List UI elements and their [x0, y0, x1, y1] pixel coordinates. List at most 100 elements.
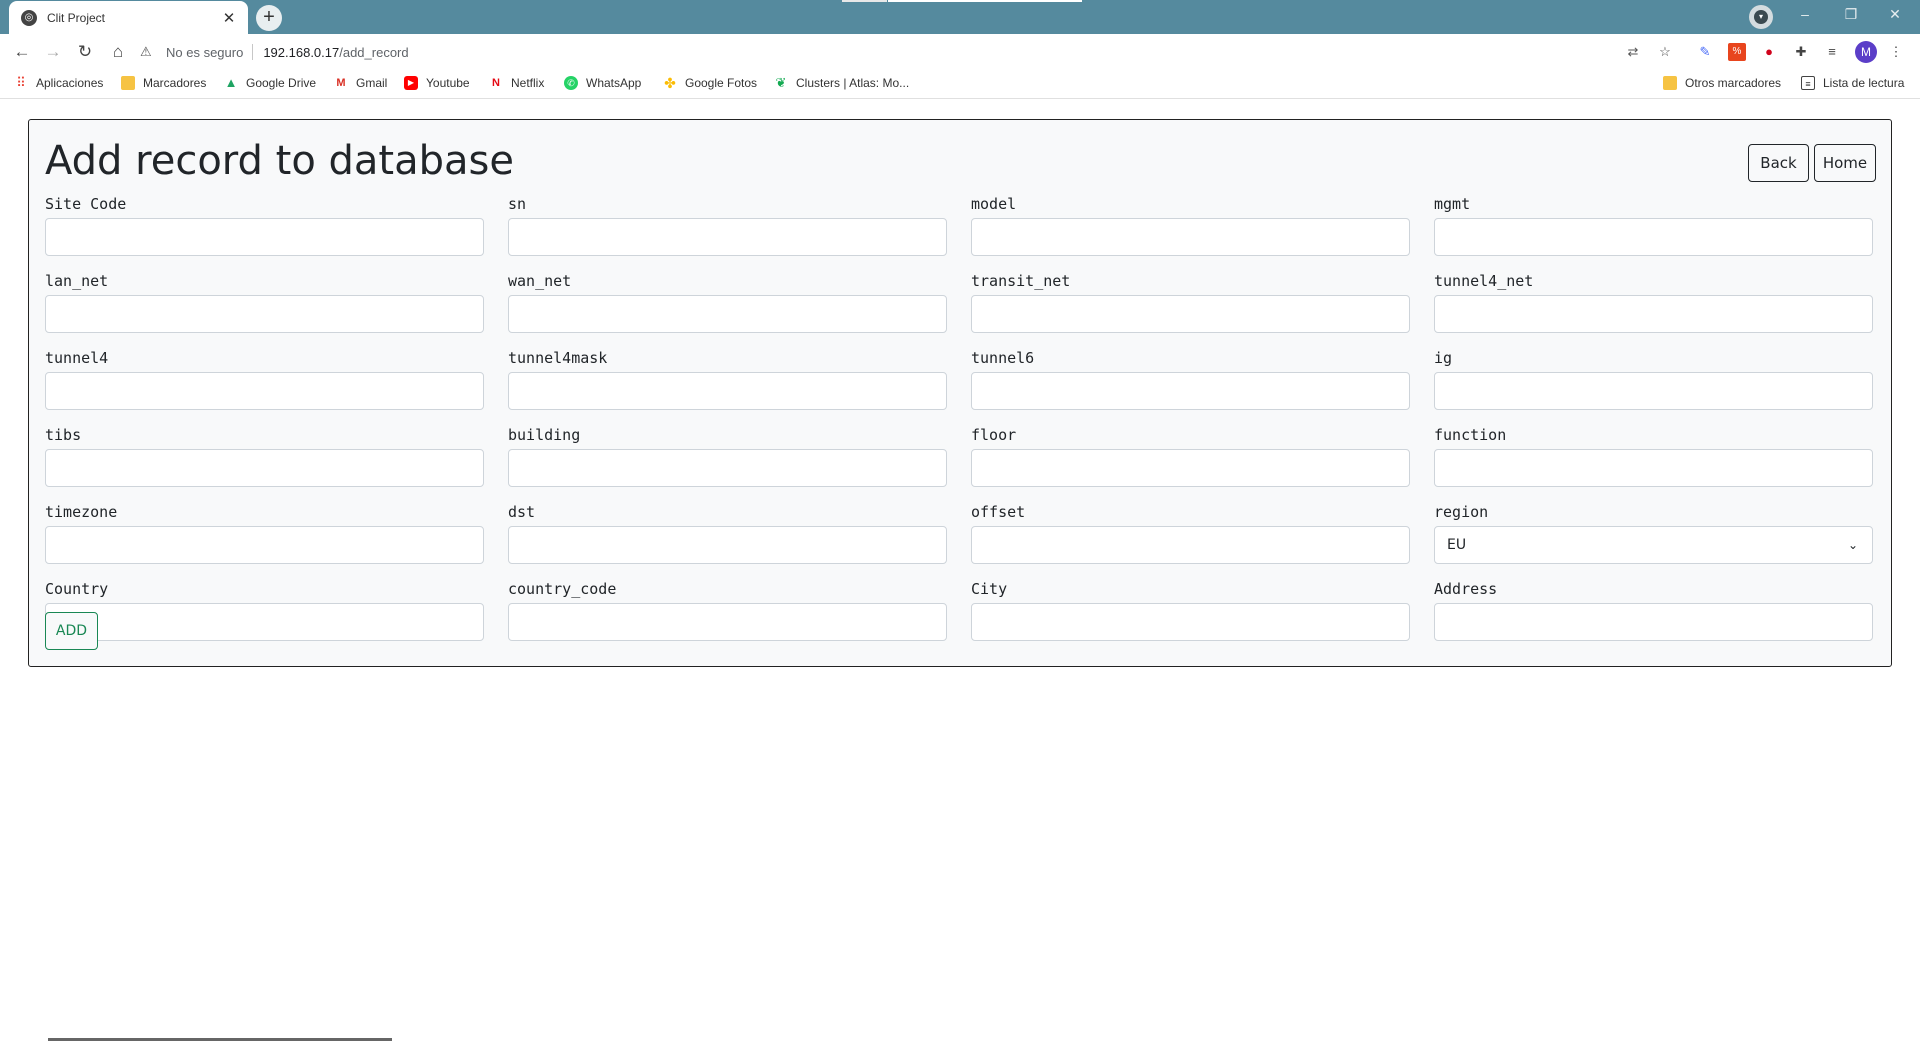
youtube-icon: ▶	[404, 76, 418, 90]
wan-net-input[interactable]	[508, 295, 947, 333]
bookmark-apps[interactable]: ⠿ Aplicaciones	[14, 75, 103, 91]
bookmark-youtube[interactable]: ▶ Youtube	[404, 76, 470, 90]
field-label: City	[971, 580, 1008, 598]
address-bar[interactable]: ⚠ No es seguro 192.168.0.17/add_record	[140, 38, 1700, 66]
translate-icon[interactable]: ⇄	[1624, 43, 1642, 61]
building-input[interactable]	[508, 449, 947, 487]
field-tunnel4mask: tunnel4mask	[508, 349, 947, 410]
home-button[interactable]: Home	[1814, 144, 1876, 182]
bookmark-otros-marcadores[interactable]: Otros marcadores	[1663, 76, 1781, 90]
region-selected-value: EU	[1447, 537, 1467, 553]
restore-button[interactable]: ❐	[1831, 6, 1871, 23]
gmail-icon: M	[336, 77, 346, 89]
field-label: offset	[971, 503, 1026, 521]
field-label: tunnel4mask	[508, 349, 608, 367]
lan-net-input[interactable]	[45, 295, 484, 333]
bookmark-marcadores[interactable]: Marcadores	[121, 76, 206, 90]
field-label: Country	[45, 580, 109, 598]
profile-avatar[interactable]: M	[1855, 41, 1877, 63]
url-path[interactable]: /add_record	[339, 45, 408, 60]
bookmark-google-drive[interactable]: ▲ Google Drive	[224, 75, 316, 91]
field-label: tibs	[45, 426, 82, 444]
reading-list-icon: ≡	[1801, 76, 1815, 90]
back-button[interactable]: Back	[1748, 144, 1809, 182]
country-input[interactable]	[45, 603, 484, 641]
address-input[interactable]	[1434, 603, 1873, 641]
bookmark-reading-list[interactable]: ≡ Lista de lectura	[1801, 76, 1904, 90]
apps-grid-icon: ⠿	[16, 75, 26, 90]
tibs-input[interactable]	[45, 449, 484, 487]
bookmark-gmail[interactable]: M Gmail	[334, 76, 387, 90]
browser-tab-active[interactable]: ◎ Clit Project ✕	[9, 1, 248, 34]
field-lan-net: lan_net	[45, 272, 484, 333]
floor-input[interactable]	[971, 449, 1410, 487]
mongodb-leaf-icon: ❦	[775, 75, 787, 90]
bookmark-whatsapp[interactable]: ✆ WhatsApp	[564, 76, 641, 90]
model-input[interactable]	[971, 218, 1410, 256]
field-label: region	[1434, 503, 1489, 521]
close-tab-icon[interactable]: ✕	[220, 9, 238, 27]
reload-icon[interactable]: ↻	[73, 40, 97, 64]
url-host[interactable]: 192.168.0.17	[263, 45, 339, 60]
tunnel4mask-input[interactable]	[508, 372, 947, 410]
warning-triangle-icon[interactable]: ⚠	[140, 44, 156, 60]
kebab-menu-icon[interactable]: ⋮	[1887, 43, 1905, 61]
star-bookmark-icon[interactable]: ☆	[1656, 43, 1674, 61]
bookmarks-bar: ⠿ Aplicaciones Marcadores ▲ Google Drive M…	[0, 70, 1920, 99]
mgmt-input[interactable]	[1434, 218, 1873, 256]
function-input[interactable]	[1434, 449, 1873, 487]
field-building: building	[508, 426, 947, 487]
field-tunnel6: tunnel6	[971, 349, 1410, 410]
field-site-code: Site Code	[45, 195, 484, 256]
pen-extension-icon[interactable]: ✎	[1696, 43, 1714, 61]
sn-input[interactable]	[508, 218, 947, 256]
chevron-down-icon: ⌄	[1847, 538, 1858, 552]
field-label: lan_net	[45, 272, 109, 290]
dst-input[interactable]	[508, 526, 947, 564]
field-timezone: timezone	[45, 503, 484, 564]
tunnel6-input[interactable]	[971, 372, 1410, 410]
field-label: tunnel6	[971, 349, 1035, 367]
field-model: model	[971, 195, 1410, 256]
puzzle-extensions-icon[interactable]: ✚	[1792, 43, 1810, 61]
field-label: model	[971, 195, 1017, 213]
field-country-code: country_code	[508, 580, 947, 641]
transit-net-input[interactable]	[971, 295, 1410, 333]
region-select[interactable]: EU ⌄	[1434, 526, 1873, 564]
google-drive-icon: ▲	[224, 75, 238, 90]
media-queue-icon[interactable]: ≡	[1823, 43, 1841, 61]
field-label: mgmt	[1434, 195, 1471, 213]
bookmark-google-fotos[interactable]: ✤ Google Fotos	[663, 76, 757, 90]
home-icon[interactable]: ⌂	[106, 40, 130, 64]
field-country: Country	[45, 580, 484, 641]
back-arrow-icon[interactable]: ←	[10, 40, 34, 64]
tunnel4-input[interactable]	[45, 372, 484, 410]
add-button[interactable]: ADD	[45, 612, 98, 650]
tunnel4-net-input[interactable]	[1434, 295, 1873, 333]
minimize-button[interactable]: –	[1785, 6, 1825, 22]
close-window-button[interactable]: ✕	[1875, 6, 1915, 23]
browser-tab-strip: ◎ Clit Project ✕ + ▾ – ❐ ✕	[0, 0, 1920, 34]
field-label: floor	[971, 426, 1017, 444]
forward-arrow-icon[interactable]: →	[41, 40, 65, 64]
new-tab-button[interactable]: +	[256, 5, 282, 31]
city-input[interactable]	[971, 603, 1410, 641]
extension-icon[interactable]: %	[1728, 43, 1746, 61]
field-region: region EU ⌄	[1434, 503, 1873, 564]
bookmark-netflix[interactable]: N Netflix	[489, 76, 544, 90]
site-code-input[interactable]	[45, 218, 484, 256]
tab-search-button[interactable]: ▾	[1749, 5, 1773, 29]
folder-icon	[121, 76, 135, 90]
field-label: country_code	[508, 580, 617, 598]
security-status[interactable]: No es seguro	[166, 45, 243, 60]
timezone-input[interactable]	[45, 526, 484, 564]
offset-input[interactable]	[971, 526, 1410, 564]
adblock-icon[interactable]: ●	[1760, 43, 1778, 61]
field-label: tunnel4_net	[1434, 272, 1534, 290]
ig-input[interactable]	[1434, 372, 1873, 410]
field-label: sn	[508, 195, 527, 213]
country-code-input[interactable]	[508, 603, 947, 641]
bookmark-atlas-clusters[interactable]: ❦ Clusters | Atlas: Mo...	[774, 75, 910, 91]
field-tibs: tibs	[45, 426, 484, 487]
field-transit-net: transit_net	[971, 272, 1410, 333]
